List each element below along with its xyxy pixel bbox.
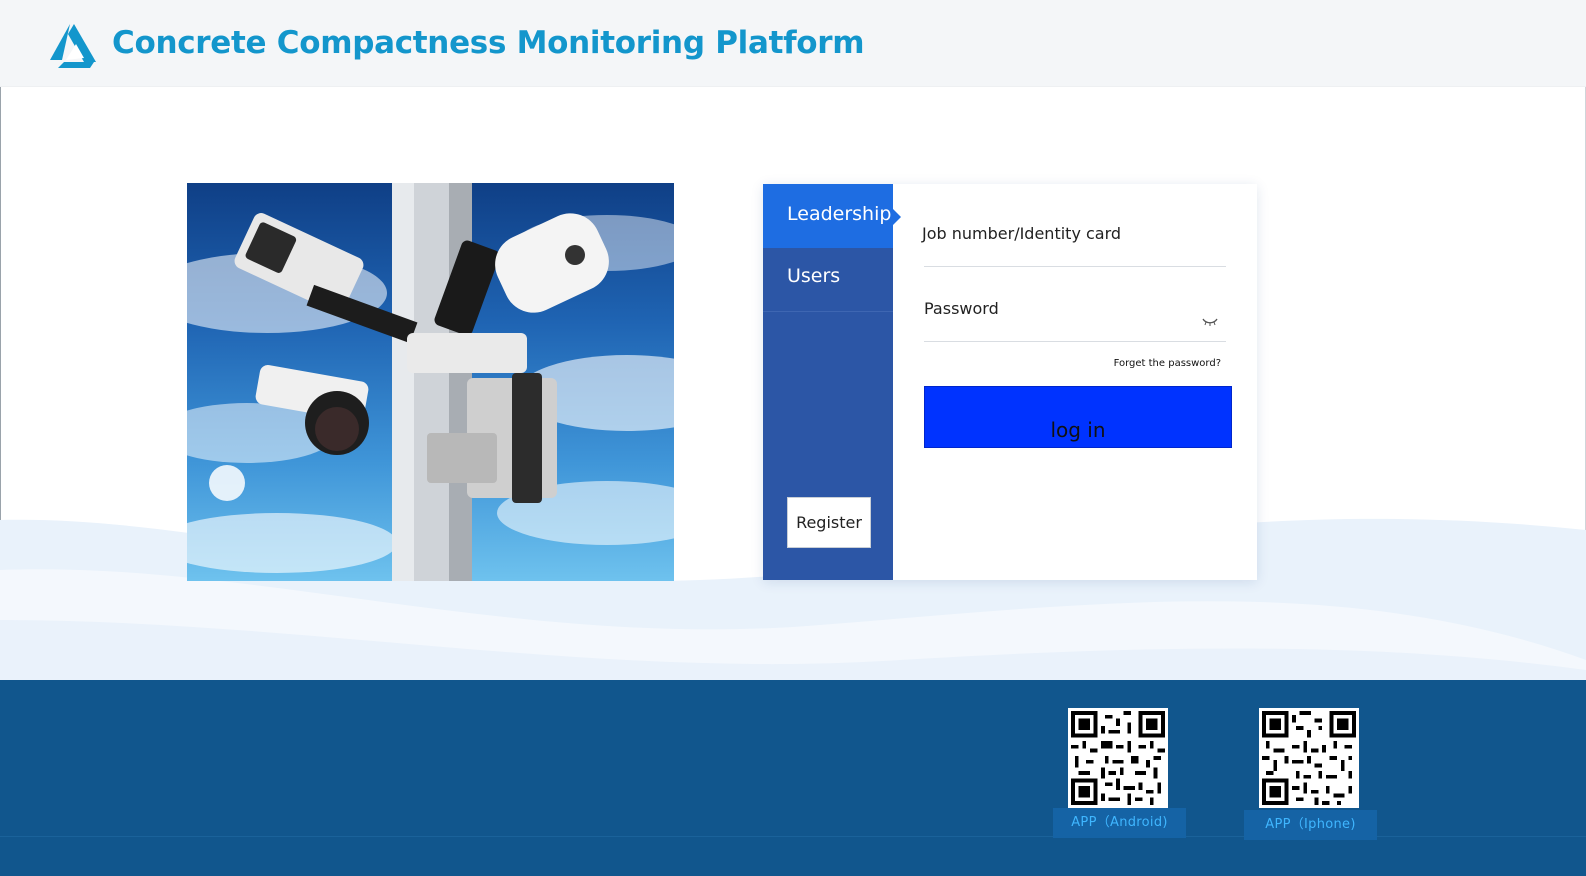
job-number-placeholder: Job number/Identity card: [922, 224, 1122, 243]
register-button[interactable]: Register: [787, 497, 871, 548]
tab-users[interactable]: Users: [763, 248, 893, 312]
surveillance-cameras-photo: [187, 183, 674, 581]
hero-image: [187, 183, 674, 581]
page-header: Concrete Compactness Monitoring Platform: [0, 0, 1586, 87]
triangle-logo-icon: [50, 24, 96, 68]
iphone-app-label[interactable]: APP（Iphone): [1244, 810, 1377, 840]
android-app-label[interactable]: APP（Android): [1053, 808, 1186, 838]
tab-leadership[interactable]: Leadership: [763, 184, 901, 248]
hidden-eye-icon[interactable]: [1202, 317, 1218, 327]
job-number-field[interactable]: Job number/Identity card: [922, 212, 1226, 267]
login-button[interactable]: log in: [924, 386, 1232, 448]
password-placeholder: Password: [924, 299, 999, 318]
forgot-password-link[interactable]: Forget the password?: [1063, 358, 1221, 369]
password-field[interactable]: Password: [924, 287, 1226, 342]
page-title: Concrete Compactness Monitoring Platform: [112, 25, 865, 61]
android-qr-code: [1068, 708, 1168, 808]
login-sidebar: Leadership Users Register: [763, 184, 901, 580]
login-panel: Leadership Users Register Job number/Ide…: [763, 184, 1257, 580]
iphone-qr-code: [1259, 708, 1359, 808]
page-footer: APP（Android) APP（Iphone): [0, 680, 1586, 876]
